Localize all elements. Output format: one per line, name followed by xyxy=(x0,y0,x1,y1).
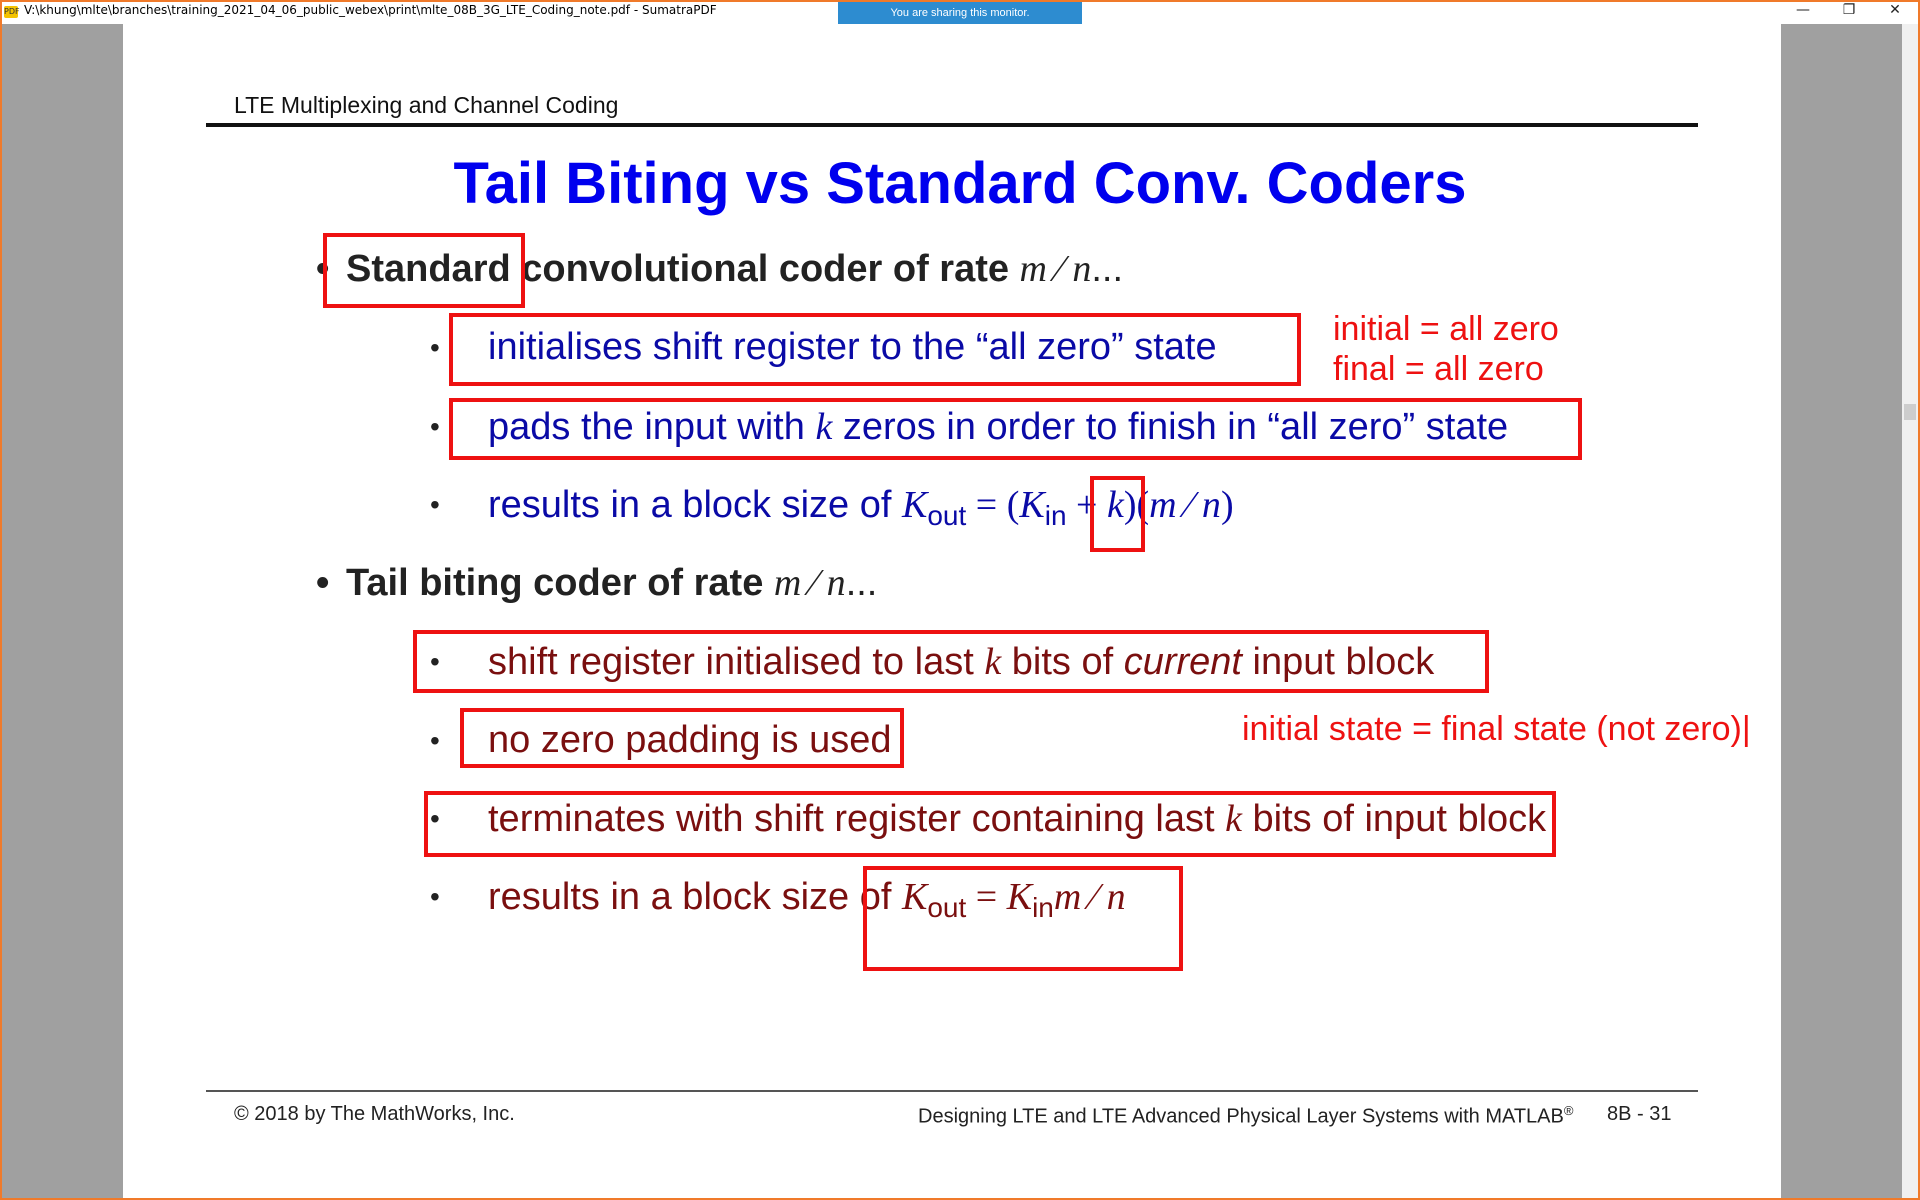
footer-course-title: Designing LTE and LTE Advanced Physical … xyxy=(918,1103,1573,1129)
ellipsis: ... xyxy=(1091,248,1124,290)
equals-open: = ( xyxy=(966,484,1020,526)
restore-button[interactable]: ❐ xyxy=(1826,0,1872,22)
text-part: results in a block size of xyxy=(488,876,902,918)
footer-divider xyxy=(206,1090,1698,1092)
screen-sharing-banner[interactable]: You are sharing this monitor. xyxy=(838,0,1082,24)
subscript-in: in xyxy=(1044,500,1067,531)
annotation-box-k xyxy=(1090,476,1145,552)
minimize-button[interactable]: — xyxy=(1780,0,1826,22)
annotation-box-pads xyxy=(449,398,1582,460)
standard-rest: convolutional coder of rate xyxy=(510,248,1020,290)
subscript-out: out xyxy=(927,500,967,531)
slide-title: Tail Biting vs Standard Conv. Coders xyxy=(453,151,1467,216)
paren: ) xyxy=(1220,484,1234,526)
annotation-box-standard xyxy=(323,233,525,308)
var-K: K xyxy=(901,484,928,526)
sumatrapdf-app-icon[interactable]: PDF xyxy=(4,6,20,18)
annotation-box-kout-kin xyxy=(863,866,1183,971)
rate-m-over-n: m ⁄ n xyxy=(1149,484,1221,526)
window-title: V:\khung\mlte\branches\training_2021_04_… xyxy=(24,3,717,17)
window-titlebar[interactable]: PDF V:\khung\mlte\branches\training_2021… xyxy=(0,0,1920,24)
bullet-dot: • xyxy=(430,332,440,363)
rate-m-over-n: m ⁄ n xyxy=(773,562,846,604)
bullet-dot: • xyxy=(430,881,440,912)
footer-page-number: 8B - 31 xyxy=(1607,1103,1672,1125)
annotation-box-terminates xyxy=(424,791,1556,857)
bullet-dot: • xyxy=(316,562,330,604)
annotation-initial-equals-final: initial state = final state (not zero)| xyxy=(1242,710,1751,748)
scrollbar-thumb[interactable] xyxy=(1904,404,1916,420)
var-K: K xyxy=(1019,484,1045,526)
header-divider xyxy=(206,123,1698,127)
annotation-box-shift-register xyxy=(413,630,1489,693)
footer-copyright: © 2018 by The MathWorks, Inc. xyxy=(234,1103,515,1125)
rate-m-over-n: m ⁄ n xyxy=(1019,248,1092,290)
annotation-box-no-zero-padding xyxy=(460,708,904,768)
annotation-initial-all-zero: initial = all zero xyxy=(1333,310,1559,348)
text-part: results in a block size of xyxy=(488,484,902,526)
ellipsis: ... xyxy=(845,562,878,604)
annotation-box-initialises xyxy=(449,313,1301,386)
registered-mark: ® xyxy=(1563,1103,1574,1118)
close-button[interactable]: ✕ xyxy=(1872,0,1918,22)
bullet-dot: • xyxy=(430,411,440,442)
bullet-dot: • xyxy=(430,489,440,520)
annotation-final-all-zero: final = all zero xyxy=(1333,350,1544,388)
course-text: Designing LTE and LTE Advanced Physical … xyxy=(918,1105,1564,1128)
tail-lead: Tail biting coder of rate xyxy=(346,562,774,604)
bullet-dot: • xyxy=(430,725,440,756)
bullet-tail-biting-coder: • Tail biting coder of rate m ⁄ n... xyxy=(316,561,877,605)
slide-header: LTE Multiplexing and Channel Coding xyxy=(234,92,619,118)
